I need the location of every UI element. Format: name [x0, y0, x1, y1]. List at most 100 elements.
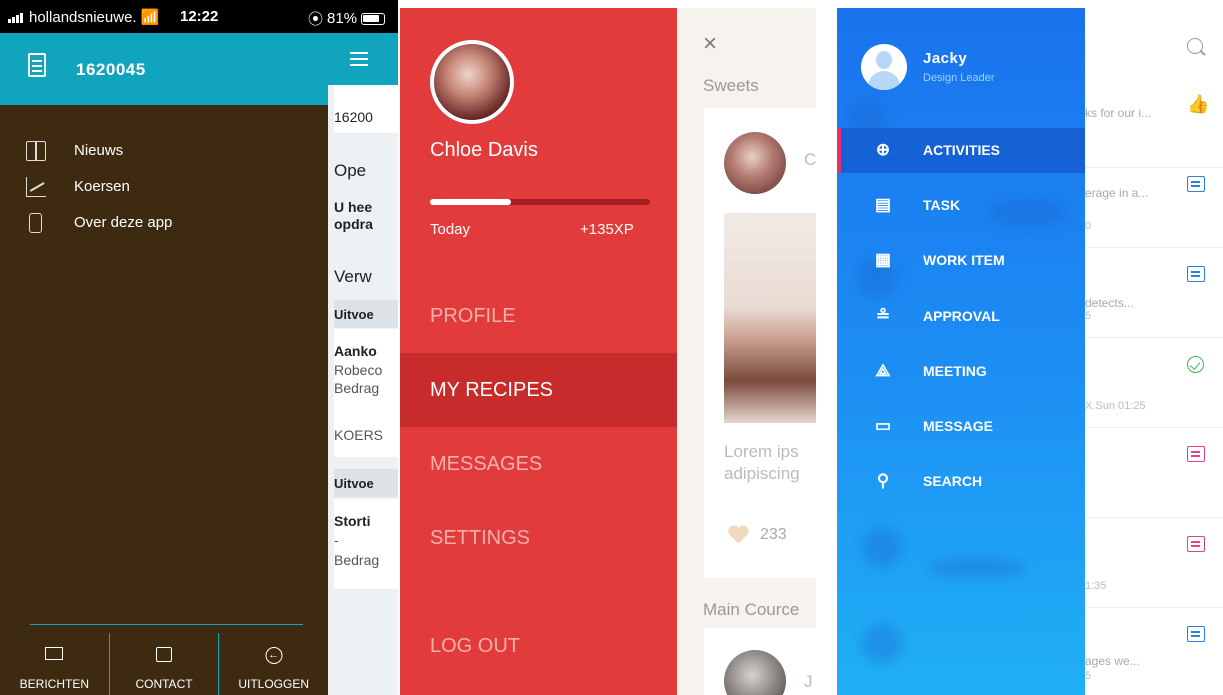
list-item-subtitle: 0 — [1085, 220, 1092, 232]
menu-item-approval[interactable]: ≗ APPROVAL — [837, 294, 1085, 339]
behind-bold-line: opdra — [334, 216, 373, 232]
chat-bubble-icon — [1187, 626, 1205, 642]
chart-icon — [26, 177, 46, 197]
menu-item-label: Over deze app — [74, 214, 173, 231]
menu-item-label: ACTIVITIES — [923, 142, 1001, 158]
search-icon[interactable] — [1187, 38, 1203, 54]
user-role: Design Leader — [923, 72, 995, 84]
section-bar-label: Uitvoe — [334, 476, 374, 491]
avatar — [724, 650, 786, 695]
menu-item-task[interactable]: ▤ TASK — [837, 183, 1085, 228]
avatar[interactable] — [861, 44, 907, 90]
list-item-subtitle: X.Sun 01:25 — [1085, 400, 1146, 412]
blur-shape — [862, 623, 902, 663]
behind-content: 16200 Ope U hee opdra Verw Uitvoe Aanko … — [328, 33, 398, 695]
list-item-subtitle: 1:35 — [1085, 580, 1107, 592]
transaction-title: Aanko — [334, 343, 377, 359]
chat-icon — [156, 647, 172, 662]
thumbs-up-icon: 👍 — [1187, 94, 1210, 114]
like-count: 233 — [760, 526, 787, 543]
task-icon: ▤ — [874, 195, 892, 214]
menu-item-search[interactable]: ⚲ SEARCH — [837, 459, 1085, 504]
phone-icon — [29, 213, 42, 233]
footer-divider — [30, 624, 303, 625]
menu-item-messages[interactable]: MESSAGES — [400, 427, 677, 501]
recipe-card[interactable]: C Lorem ips adipiscing 233 — [704, 108, 816, 578]
avatar — [724, 132, 786, 194]
list-item[interactable] — [1085, 430, 1223, 518]
battery-icon — [361, 12, 386, 25]
signal-icon — [8, 11, 23, 23]
recipe-card[interactable]: J — [704, 628, 816, 695]
calendar-icon — [1187, 446, 1205, 462]
transaction-line: - — [334, 532, 339, 548]
menu-item-nieuws[interactable]: Nieuws — [0, 133, 328, 169]
contact-button[interactable]: CONTACT — [108, 633, 219, 695]
chat-bubble-icon — [1187, 176, 1205, 192]
avatar[interactable] — [430, 40, 514, 124]
uitloggen-button[interactable]: ← UITLOGGEN — [218, 633, 328, 695]
list-item[interactable]: detects... 5 — [1085, 250, 1223, 338]
menu-item-meeting[interactable]: ⟁ MEETING — [837, 349, 1085, 394]
menu-item-message[interactable]: ▭ MESSAGE — [837, 404, 1085, 449]
behind-heading: Ope — [334, 161, 367, 180]
behind-bold-line: U hee — [334, 199, 373, 215]
footer-label: CONTACT — [135, 677, 193, 691]
recipe-app-panel: × Sweets C Lorem ips adipiscing 233 Main… — [400, 8, 816, 695]
envelope-icon — [45, 647, 64, 660]
hamburger-icon[interactable] — [350, 52, 368, 54]
close-icon[interactable]: × — [703, 30, 717, 58]
menu-item-label: SEARCH — [923, 473, 983, 489]
xp-progress-bar — [430, 199, 650, 205]
author-name: C — [804, 150, 816, 169]
menu-item-activities[interactable]: ⊕ ACTIVITIES — [837, 128, 1085, 173]
transaction-line: KOERS — [334, 427, 384, 443]
side-drawer: Jacky Design Leader ⊕ ACTIVITIES ▤ TASK … — [837, 8, 1085, 695]
today-label: Today — [430, 221, 471, 238]
xp-progress-fill — [430, 199, 512, 205]
section-title: Main Cource — [703, 600, 800, 619]
transaction-line: Bedrag — [334, 552, 380, 568]
menu-item-label: Nieuws — [74, 142, 124, 159]
book-icon — [26, 141, 46, 161]
menu-item-koersen[interactable]: Koersen — [0, 169, 328, 205]
account-number: 1620045 — [76, 60, 146, 79]
behind-heading: Verw — [334, 267, 372, 286]
blur-shape — [927, 558, 1027, 578]
meeting-icon: ⟁ — [875, 361, 891, 380]
user-name: Jacky — [923, 50, 968, 67]
menu-item-log-out[interactable]: LOG OUT — [400, 609, 677, 683]
list-item[interactable]: 1:35 — [1085, 520, 1223, 608]
menu-item-over-deze-app[interactable]: Over deze app — [0, 205, 328, 241]
blur-shape — [862, 528, 902, 568]
list-item[interactable]: erage in a... 0 — [1085, 160, 1223, 248]
side-drawer: 1620045 Nieuws Koersen Over deze app BER… — [0, 33, 328, 695]
recipe-content: × Sweets C Lorem ips adipiscing 233 Main… — [677, 8, 816, 695]
battery-percent: 81% — [327, 10, 358, 27]
list-item-title: erage in a... — [1085, 186, 1149, 200]
heart-icon[interactable] — [728, 526, 748, 544]
menu-item-profile[interactable]: PROFILE — [400, 279, 677, 353]
list-item[interactable]: 👍 ks for our i... — [1085, 80, 1223, 168]
menu-item-work-item[interactable]: ▦ WORK ITEM — [837, 238, 1085, 283]
menu-item-my-recipes[interactable]: MY RECIPES — [400, 353, 677, 427]
transaction-title: Storti — [334, 513, 371, 529]
menu-item-settings[interactable]: SETTINGS — [400, 501, 677, 575]
section-bar-label: Uitvoe — [334, 307, 374, 322]
menu-item-label: MEETING — [923, 363, 987, 379]
enterprise-app-panel: 👍 ks for our i... erage in a... 0 detect… — [820, 8, 1223, 695]
list-item[interactable]: X.Sun 01:25 — [1085, 340, 1223, 428]
list-item-subtitle: 5 — [1085, 310, 1092, 322]
status-bar: hollandsnieuwe. 📶 12:22 ⦿ 81% — [0, 0, 398, 33]
battery: ⦿ 81% — [308, 8, 386, 29]
menu-item-label: MESSAGE — [923, 418, 994, 434]
document-icon — [28, 53, 46, 77]
screenshot-collage: hollandsnieuwe. 📶 12:22 ⦿ 81% 16200 Ope … — [0, 0, 1223, 695]
list-item[interactable]: ages we... 5 — [1085, 610, 1223, 695]
list-item-title: detects... — [1085, 296, 1134, 310]
drawer-header: 1620045 — [0, 33, 328, 105]
side-drawer: Chloe Davis Today +135XP PROFILE MY RECI… — [400, 8, 677, 695]
behind-header — [328, 33, 398, 85]
drawer-footer: BERICHTEN CONTACT ← UITLOGGEN — [0, 633, 328, 695]
berichten-button[interactable]: BERICHTEN — [0, 633, 109, 695]
